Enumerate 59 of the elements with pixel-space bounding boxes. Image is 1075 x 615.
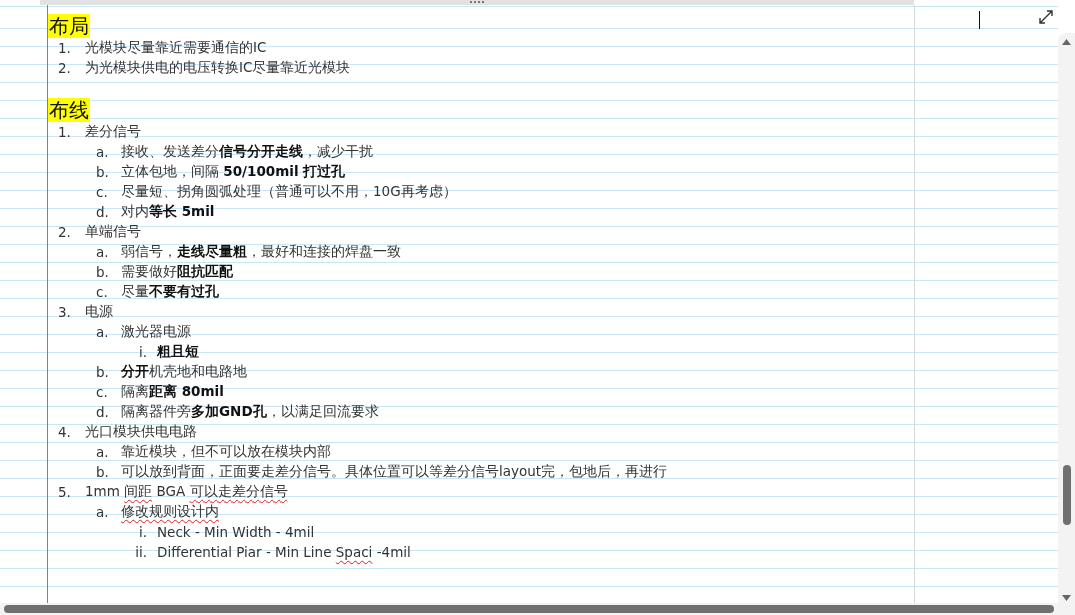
- list-item-text: 接收、发送差分信号分开走线，减少干扰: [121, 143, 373, 161]
- list-number: c.: [96, 284, 109, 300]
- list-number: 1.: [58, 40, 72, 56]
- list-number: a.: [96, 444, 110, 460]
- list-number: c.: [96, 184, 109, 200]
- list-number: a.: [96, 144, 110, 160]
- list-number: 5.: [58, 484, 72, 500]
- list-number: a.: [96, 244, 110, 260]
- list-item-text: 尽量不要有过孔: [121, 283, 219, 301]
- list-item-text: 粗且短: [157, 343, 199, 361]
- list-number: b.: [96, 164, 110, 180]
- list-item-text: 单端信号: [85, 223, 141, 241]
- list-item-text: 激光器电源: [121, 323, 191, 341]
- list-item-text: 差分信号: [85, 123, 141, 141]
- list-item-text: 光口模块供电电路: [85, 423, 197, 441]
- section-heading: 布线: [48, 98, 90, 122]
- list-item-text: Differential Piar - Min Line Spaci -4mil: [157, 544, 411, 560]
- list-item-text: 靠近模块，但不可以放在模块内部: [121, 443, 331, 461]
- section-heading: 布局: [48, 14, 90, 38]
- list-number: d.: [96, 204, 110, 220]
- list-item-text: 为光模块供电的电压转换IC尽量靠近光模块: [85, 59, 351, 77]
- horizontal-scrollbar[interactable]: [0, 603, 1075, 615]
- list-number: i.: [137, 524, 148, 540]
- list-item-text: 尽量短、拐角圆弧处理（普通可以不用，10G再考虑）: [121, 183, 457, 201]
- list-item-text: 1mm 间距 BGA 可以走差分信号: [85, 483, 288, 501]
- drag-handle-icon[interactable]: [470, 0, 484, 3]
- list-item-text: 分开机壳地和电路地: [121, 363, 247, 381]
- scrollbar-thumb[interactable]: [4, 605, 1054, 613]
- list-item-text: 电源: [85, 303, 113, 321]
- list-item-text: 对内等长 5mil: [121, 203, 215, 221]
- list-number: 3.: [58, 304, 72, 320]
- list-item-text: Neck - Min Width - 4mil: [157, 524, 315, 540]
- vertical-scrollbar[interactable]: [1058, 33, 1075, 603]
- list-number: i.: [137, 344, 148, 360]
- list-number: ii.: [134, 544, 148, 560]
- expand-icon[interactable]: [1038, 9, 1054, 25]
- list-number: 2.: [58, 60, 72, 76]
- scroll-down-icon[interactable]: [1062, 595, 1071, 601]
- list-item-text: 隔离器件旁多加GND孔，以满足回流要求: [121, 403, 379, 421]
- list-item-text: 弱信号，走线尽量粗，最好和连接的焊盘一致: [121, 243, 401, 261]
- list-number: c.: [96, 384, 109, 400]
- list-number: 4.: [58, 424, 72, 440]
- list-number: 2.: [58, 224, 72, 240]
- list-item-text: 需要做好阻抗匹配: [121, 263, 233, 281]
- scrollbar-thumb[interactable]: [1062, 465, 1071, 525]
- list-number: d.: [96, 404, 110, 420]
- scroll-up-icon[interactable]: [1062, 39, 1071, 45]
- list-number: 1.: [58, 124, 72, 140]
- text-cursor: [979, 11, 980, 29]
- list-item-text: 可以放到背面，正面要走差分信号。具体位置可以等差分信号layout完，包地后，再进行: [121, 463, 668, 481]
- list-item-text: 隔离距离 80mil: [121, 383, 224, 401]
- list-number: b.: [96, 464, 110, 480]
- list-number: b.: [96, 364, 110, 380]
- list-number: a.: [96, 504, 110, 520]
- list-item-text: 修改规则设计内: [121, 503, 219, 521]
- list-item-text: 光模块尽量靠近需要通信的IC: [85, 39, 267, 57]
- list-item-text: 立体包地，间隔 50/100mil 打过孔: [121, 163, 346, 181]
- list-number: a.: [96, 324, 110, 340]
- list-number: b.: [96, 264, 110, 280]
